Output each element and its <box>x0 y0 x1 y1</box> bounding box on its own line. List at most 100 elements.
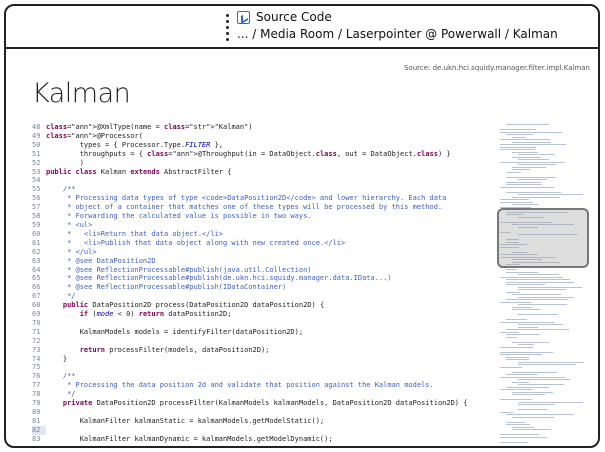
code-line[interactable]: 79 private DataPosition2D processFilter(… <box>32 399 502 408</box>
minimap-line <box>512 136 526 138</box>
minimap-line <box>518 379 570 380</box>
code-line[interactable]: 71 KalmanModels models = identifyFilter(… <box>32 328 502 337</box>
line-number: 83 <box>32 434 41 443</box>
code-line[interactable]: 64 * @see ReflectionProcessable#publish(… <box>32 266 502 275</box>
minimap-line <box>506 334 540 335</box>
minimap-line <box>500 149 535 150</box>
minimap-line <box>500 346 533 348</box>
code-editor[interactable]: 48 class="ann">@XmlType(name = class="str… <box>32 123 502 444</box>
line-number: 57 <box>32 203 41 212</box>
code-line[interactable]: 62 * </ul> <box>32 248 502 257</box>
line-text: * <li>Return that data object.</li> <box>46 229 224 238</box>
code-line[interactable]: 56 * Processing data types of type <code… <box>32 194 502 203</box>
minimap-line <box>512 416 554 418</box>
line-text <box>46 426 502 435</box>
line-text: */ <box>46 390 76 399</box>
code-line[interactable]: 80 <box>32 408 502 417</box>
line-number: 48 <box>32 123 41 131</box>
code-line[interactable]: 76 /** <box>32 372 502 381</box>
line-number: 49 <box>32 131 41 140</box>
source-code-icon <box>237 10 250 24</box>
code-line[interactable]: 61 * <li>Publish that data object along … <box>32 239 502 248</box>
code-line[interactable]: 68 public DataPosition2D process(DataPos… <box>32 301 502 310</box>
minimap-line <box>500 399 532 400</box>
code-line[interactable]: 81 KalmanFilter kalmanStatic = kalmanMod… <box>32 417 502 426</box>
code-line[interactable]: 67 */ <box>32 292 502 301</box>
code-line[interactable]: 49 class="ann">@Processor( <box>32 132 502 141</box>
code-line[interactable]: 82 <box>32 425 502 435</box>
code-line[interactable]: 75 <box>32 363 502 372</box>
code-line[interactable]: 78 */ <box>32 390 502 399</box>
minimap-line <box>500 186 554 188</box>
line-text: * <ul> <box>46 220 93 229</box>
code-line[interactable]: 66 * @see ReflectionProcessable#publish(… <box>32 283 502 292</box>
minimap-line <box>512 151 538 153</box>
code-line[interactable]: 77 * Processing the data position 2d and… <box>32 381 502 390</box>
line-text: * </ul> <box>46 247 97 256</box>
code-line[interactable]: 48 class="ann">@XmlType(name = class="str… <box>32 123 502 132</box>
code-line[interactable]: 58 * Forwarding the calculated value is … <box>32 212 502 221</box>
minimap-line <box>512 166 546 168</box>
code-line[interactable]: 63 * @see DataPosition2D <box>32 257 502 266</box>
minimap-line <box>506 279 570 280</box>
minimap-line <box>500 441 528 443</box>
line-text: * Forwarding the calculated value is pos… <box>46 212 312 221</box>
minimap-line <box>506 336 517 338</box>
code-line[interactable]: 54 <box>32 176 502 185</box>
code-line[interactable]: 55 /** <box>32 185 502 194</box>
minimap-line <box>500 161 565 163</box>
minimap-line <box>518 344 534 345</box>
minimap-viewport[interactable] <box>497 208 589 268</box>
minimap-line <box>506 284 545 285</box>
line-number: 79 <box>32 399 41 408</box>
code-line[interactable]: 60 * <li>Return that data object.</li> <box>32 230 502 239</box>
minimap-line <box>506 386 549 388</box>
code-line[interactable]: 57 * object of a container that matches … <box>32 203 502 212</box>
breadcrumb-title-row[interactable]: Source Code <box>237 10 332 24</box>
line-number: 50 <box>32 140 41 149</box>
line-number: 63 <box>32 256 41 265</box>
minimap-line <box>506 269 517 270</box>
minimap-line <box>500 129 536 130</box>
line-text: /** <box>46 372 76 381</box>
code-line[interactable]: 59 * <ul> <box>32 221 502 230</box>
line-number: 75 <box>32 363 41 372</box>
line-text: */ <box>46 292 76 301</box>
code-line[interactable]: 51 throughputs = { class="ann">@Throughp… <box>32 150 502 159</box>
source-label: Source: de.ukn.hci.squidy.manager.filter… <box>403 64 590 72</box>
minimap-line <box>518 304 567 305</box>
code-line[interactable]: 69 if (mode < 0) return dataPosition2D; <box>32 310 502 319</box>
line-number: 51 <box>32 149 41 158</box>
line-number: 52 <box>32 158 41 167</box>
minimap-line <box>518 194 583 195</box>
vertical-dots-icon[interactable] <box>226 14 230 44</box>
code-line[interactable]: 83 KalmanFilter kalmanDynamic = kalmanMo… <box>32 435 502 444</box>
minimap-line <box>506 184 542 185</box>
code-minimap[interactable] <box>500 124 588 446</box>
line-number: 58 <box>32 212 41 221</box>
code-line[interactable]: 65 * @see ReflectionProcessable#publish(… <box>32 274 502 283</box>
code-line[interactable]: 53 public class Kalman extends AbstractFi… <box>32 168 502 177</box>
minimap-line <box>518 164 556 165</box>
minimap-line <box>500 131 562 133</box>
code-line[interactable]: 72 <box>32 337 502 346</box>
line-text: private DataPosition2D processFilter(Kal… <box>62 399 468 408</box>
minimap-line <box>500 199 529 200</box>
line-number: 66 <box>32 283 41 292</box>
minimap-line <box>500 434 539 435</box>
code-line[interactable]: 50 types = { Processor.Type.FILTER }, <box>32 141 502 150</box>
code-line[interactable]: 74 } <box>32 355 502 364</box>
breadcrumb-path[interactable]: ... / Media Room / Laserpointer @ Powerw… <box>237 27 558 41</box>
line-text <box>46 363 502 372</box>
code-line[interactable]: 73 return processFilter(models, dataPosi… <box>32 346 502 355</box>
line-text: /** <box>46 185 76 194</box>
minimap-line <box>512 391 553 393</box>
minimap-line <box>500 411 513 413</box>
line-number: 53 <box>32 167 41 176</box>
minimap-line <box>500 276 563 278</box>
code-line[interactable]: 52 ) <box>32 159 502 168</box>
minimap-line <box>506 319 527 320</box>
line-text: class="ann">@Processor( <box>46 131 143 140</box>
minimap-line <box>518 409 548 410</box>
code-line[interactable]: 70 <box>32 319 502 328</box>
